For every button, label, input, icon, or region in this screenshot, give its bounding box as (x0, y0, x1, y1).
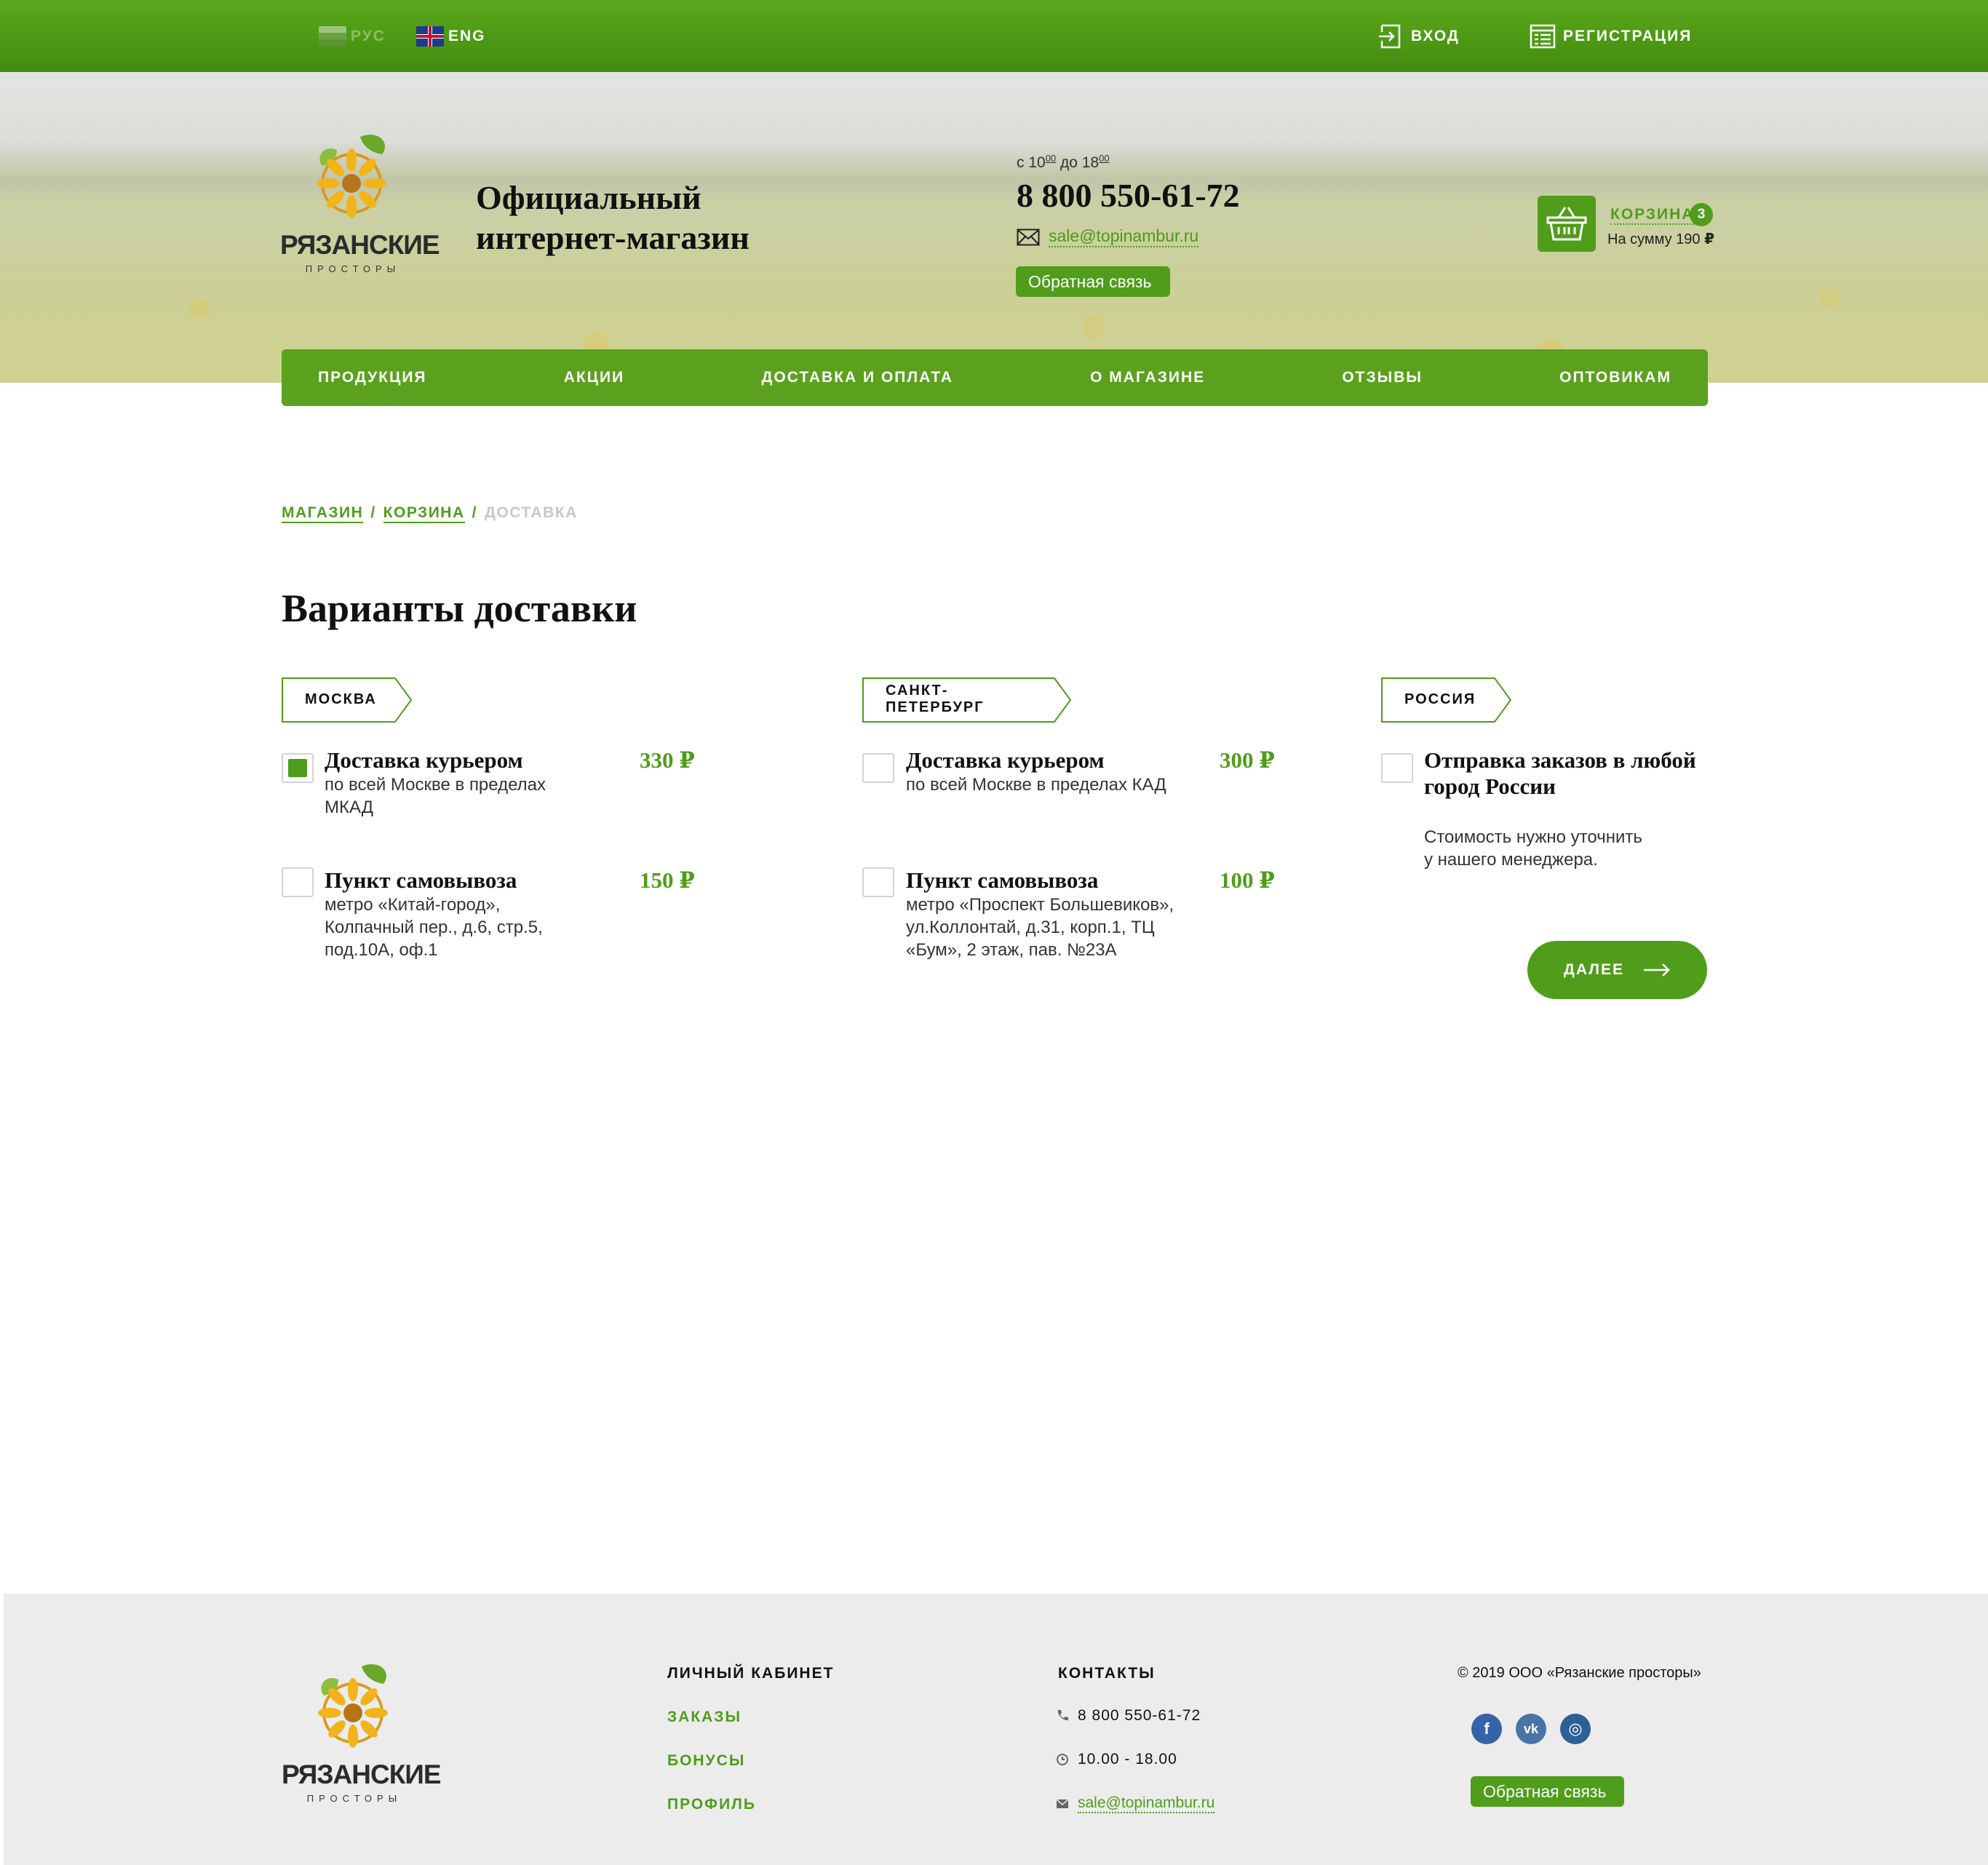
nav-item-promotions[interactable]: АКЦИИ (564, 369, 625, 386)
page-title: Варианты доставки (282, 586, 637, 630)
option-title: Пункт самовывоза (906, 867, 1099, 893)
footer-link-bonuses[interactable]: БОНУСЫ (667, 1752, 745, 1770)
top-bar: РУС ENG ВХОД РЕГИСТРАЦИЯ (0, 0, 1988, 72)
footer-logo[interactable]: РЯЗАНСКИЕ ПРОСТОРЫ (282, 1659, 442, 1805)
facebook-icon[interactable]: f (1471, 1714, 1502, 1744)
footer-account-heading: ЛИЧНЫЙ КАБИНЕТ (667, 1665, 835, 1682)
breadcrumb-current: ДОСТАВКА (484, 504, 578, 521)
next-button[interactable]: ДАЛЕЕ (1527, 941, 1707, 999)
register-label: РЕГИСТРАЦИЯ (1563, 28, 1693, 44)
sunflower-logo-icon (318, 1664, 388, 1748)
register-form-icon (1530, 24, 1556, 49)
header-email-link[interactable]: sale@topinambur.ru (1017, 226, 1199, 247)
spb-courier-checkbox[interactable] (862, 753, 894, 783)
nav-item-about[interactable]: О МАГАЗИНЕ (1090, 369, 1205, 386)
footer-contacts-heading: КОНТАКТЫ (1058, 1665, 1156, 1682)
main-nav: ПРОДУКЦИЯ АКЦИИ ДОСТАВКА И ОПЛАТА О МАГА… (282, 349, 1708, 406)
brand-name: РЯЗАНСКИЕ (282, 1759, 442, 1789)
cart-link[interactable]: КОРЗИНА (1610, 206, 1695, 225)
footer-feedback-button[interactable]: Обратная связь (1471, 1776, 1624, 1807)
option-description: метро «Проспект Большевиков», ул.Коллонт… (906, 895, 1174, 960)
option-title: Доставка курьером (906, 747, 1105, 773)
lang-ru-label: РУС (351, 28, 386, 44)
nav-item-wholesale[interactable]: ОПТОВИКАМ (1559, 369, 1671, 386)
footer-hours: 10.00 - 18.00 (1056, 1751, 1177, 1768)
footer-email[interactable]: sale@topinambur.ru (1056, 1794, 1215, 1813)
moscow-courier-checkbox[interactable] (282, 753, 314, 783)
logo[interactable]: РЯЗАНСКИЕ ПРОСТОРЫ (280, 130, 440, 275)
nav-item-products[interactable]: ПРОДУКЦИЯ (318, 369, 427, 386)
next-button-label: ДАЛЕЕ (1563, 961, 1625, 978)
header-email-text: sale@topinambur.ru (1049, 226, 1199, 247)
site-tagline: Официальный интернет-магазин (476, 179, 750, 256)
login-icon (1379, 24, 1401, 49)
lang-en-button[interactable]: ENG (416, 22, 486, 51)
arrow-right-icon (1644, 963, 1670, 977)
option-price: 330 ₽ (640, 747, 695, 773)
option-description: Стоимость нужно уточнить у нашего менедж… (1424, 827, 1642, 870)
moscow-pickup-checkbox[interactable] (282, 867, 314, 897)
header-phone[interactable]: 8 800 550-61-72 (1017, 176, 1240, 215)
instagram-icon[interactable]: ◎ (1560, 1714, 1591, 1744)
envelope-icon (1056, 1799, 1069, 1808)
option-description: по всей Москве в пределах КАД (906, 775, 1166, 795)
option-title: Отправка заказов в любой город России (1424, 747, 1696, 799)
breadcrumb-cart[interactable]: КОРЗИНА (383, 504, 465, 523)
footer-link-profile[interactable]: ПРОФИЛЬ (667, 1796, 756, 1813)
envelope-icon (1017, 228, 1040, 245)
lang-ru-button[interactable]: РУС (319, 22, 386, 51)
login-label: ВХОД (1411, 28, 1460, 44)
spb-pickup-checkbox[interactable] (862, 867, 894, 897)
lang-en-label: ENG (448, 28, 486, 44)
basket-icon (1546, 206, 1587, 240)
sunflower-logo-icon (317, 135, 386, 218)
option-price: 150 ₽ (640, 867, 695, 893)
uk-flag-icon (416, 26, 444, 47)
russia-flag-icon (319, 26, 346, 47)
register-link[interactable]: РЕГИСТРАЦИЯ (1530, 20, 1692, 52)
option-description: метро «Китай-город», Колпачный пер., д.6… (325, 895, 543, 960)
option-price: 300 ₽ (1220, 747, 1275, 773)
clock-icon (1057, 1754, 1068, 1765)
phone-icon (1057, 1710, 1068, 1721)
option-title: Пункт самовывоза (325, 867, 517, 893)
nav-item-delivery[interactable]: ДОСТАВКА И ОПЛАТА (761, 369, 953, 386)
footer-phone[interactable]: 8 800 550-61-72 (1056, 1707, 1201, 1725)
copyright: © 2019 ООО «Рязанские просторы» (1458, 1665, 1701, 1681)
brand-subtitle: ПРОСТОРЫ (306, 1793, 402, 1804)
login-link[interactable]: ВХОД (1377, 20, 1460, 52)
cart-count-badge: 3 (1690, 203, 1713, 226)
feedback-button[interactable]: Обратная связь (1016, 266, 1170, 297)
brand-name: РЯЗАНСКИЕ (280, 230, 440, 260)
vk-icon[interactable]: vk (1516, 1714, 1546, 1744)
breadcrumb-shop[interactable]: МАГАЗИН (282, 504, 364, 523)
option-description: по всей Москве в пределах МКАД (325, 775, 546, 817)
brand-subtitle: ПРОСТОРЫ (305, 263, 401, 274)
cart-button[interactable] (1538, 196, 1596, 252)
breadcrumb: МАГАЗИН / КОРЗИНА / ДОСТАВКА (282, 504, 578, 523)
cart-sum: На сумму 190 ₽ (1607, 231, 1715, 247)
option-title: Доставка курьером (325, 747, 523, 773)
russia-shipping-checkbox[interactable] (1381, 753, 1413, 783)
working-hours: с 1000 до 1800 (1017, 153, 1110, 171)
nav-item-reviews[interactable]: ОТЗЫВЫ (1342, 369, 1423, 386)
option-price: 100 ₽ (1220, 867, 1275, 893)
footer-link-orders[interactable]: ЗАКАЗЫ (667, 1709, 741, 1726)
